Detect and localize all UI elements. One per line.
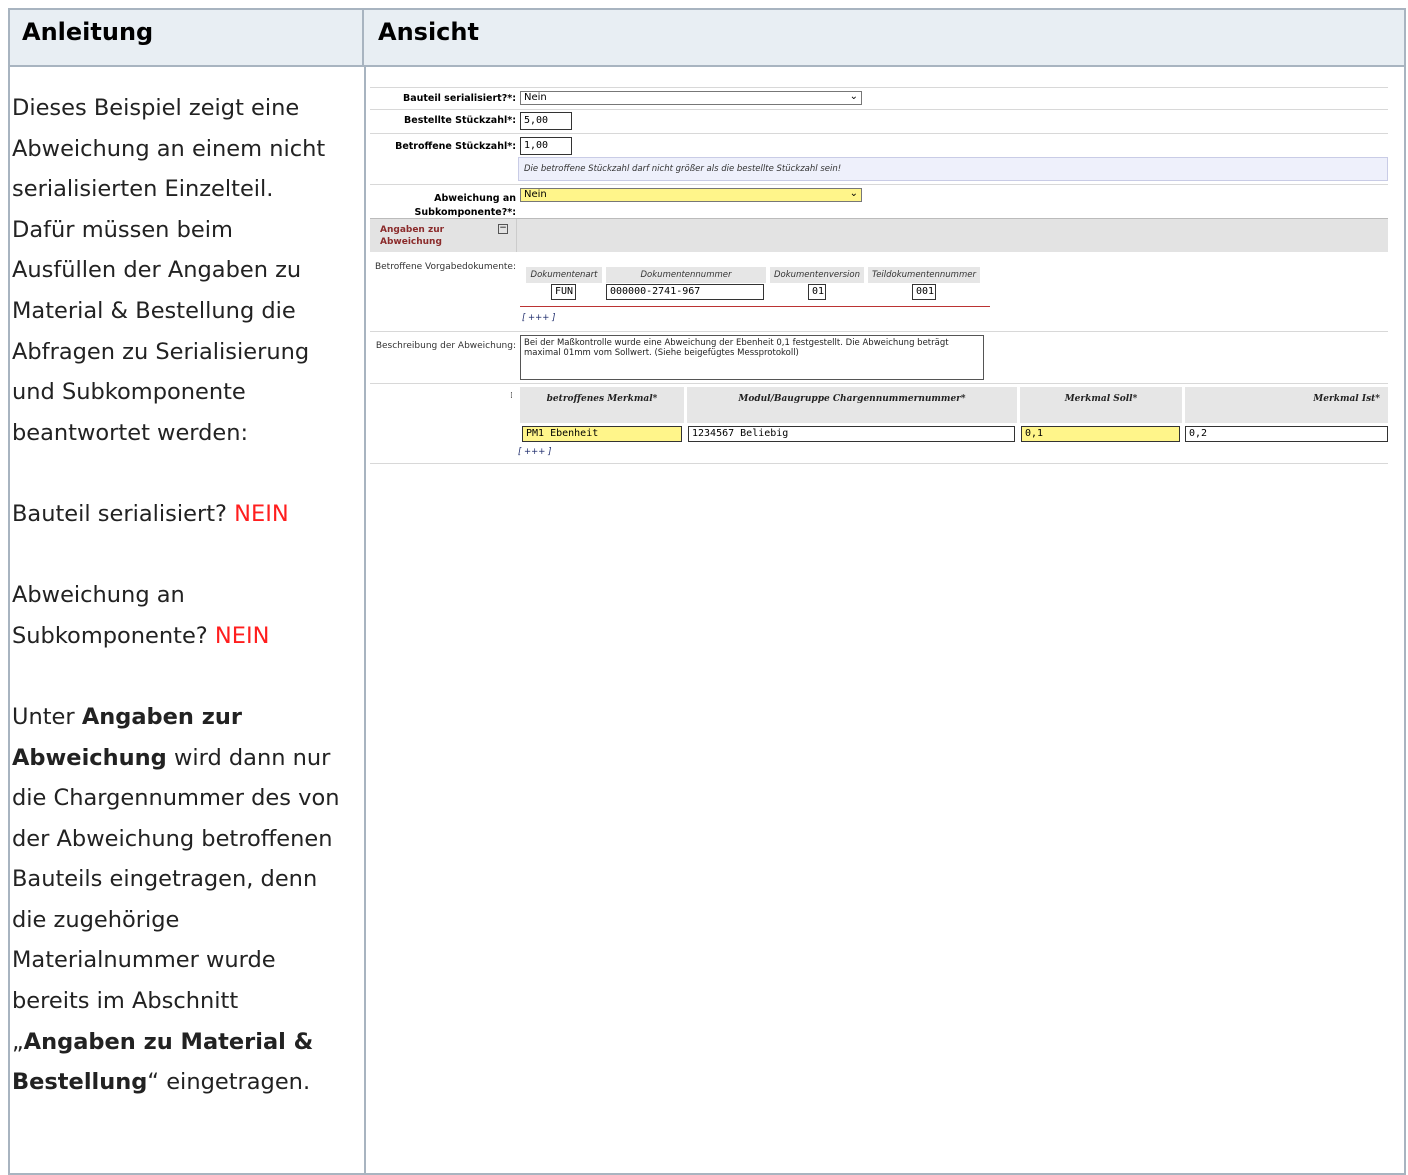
serialized-select[interactable]: Nein ⌄: [520, 91, 862, 105]
grid-col-merkmal: betroffenes Merkmal*: [520, 387, 684, 423]
grid-charge-input[interactable]: 1234567 Beliebig: [688, 426, 1015, 442]
section-divider: [516, 219, 517, 252]
row-divider: [370, 383, 1388, 384]
quote-close: “: [147, 1069, 160, 1096]
serialized-select-value: Nein: [524, 92, 547, 103]
serialized-label: Bauteil serialisiert?*:: [402, 93, 516, 104]
question-serialized-answer: NEIN: [234, 500, 289, 527]
explanation-end: eingetragen.: [166, 1069, 311, 1096]
chevron-down-icon: ⌄: [849, 188, 858, 199]
header-ansicht: Ansicht: [378, 18, 479, 46]
quantity-hint: Die betroffene Stückzahl darf nicht größ…: [518, 157, 1388, 181]
collapse-icon[interactable]: −: [498, 224, 508, 234]
affected-qty-label: Betroffene Stückzahl*:: [395, 141, 516, 152]
header-anleitung: Anleitung: [22, 18, 154, 46]
question-subcomponent-text: Abweichung an Subkomponente?: [12, 582, 208, 649]
grid-merkmal-input[interactable]: PM1 Ebenheit: [522, 426, 682, 442]
explanation-pre: Unter: [12, 703, 75, 730]
form-view: Bauteil serialisiert?*: Nein ⌄ Bestellte…: [370, 85, 1388, 480]
grid-col-charge: Modul/Baugruppe Chargennummernummer*: [687, 387, 1017, 423]
section-title: Angaben zur Abweichung: [380, 225, 445, 247]
description-label: Beschreibung der Abweichung:: [375, 341, 516, 351]
question-serialized: Bauteil serialisiert? NEIN: [12, 494, 342, 535]
doc-type-input[interactable]: FUN: [551, 284, 576, 300]
doc-col-type: Dokumentenart: [526, 267, 602, 283]
add-grid-row-link[interactable]: [ +++ ]: [518, 447, 551, 457]
chevron-down-icon: ⌄: [849, 91, 858, 102]
question-subcomponent: Abweichung an Subkomponente? NEIN: [12, 575, 342, 656]
doc-col-subnumber: Teildokumentennummer: [868, 267, 980, 283]
row-divider: [370, 109, 1388, 110]
doc-subnumber-input[interactable]: 001: [912, 284, 936, 300]
row-divider: [370, 87, 1388, 88]
doc-col-version: Dokumentenversion: [770, 267, 864, 283]
grid-soll-input[interactable]: 0,1: [1021, 426, 1180, 442]
grid-col-ist: Merkmal Ist*: [1185, 387, 1388, 423]
doc-number-input[interactable]: 000000-2741-967: [606, 284, 764, 300]
doc-version-input[interactable]: 01: [808, 284, 826, 300]
section-angaben-zur-abweichung: Angaben zur Abweichung −: [370, 218, 1388, 252]
subcomponent-select[interactable]: Nein ⌄: [520, 188, 862, 202]
row-divider: [370, 184, 1388, 185]
column-resize-icon[interactable]: ⁞: [510, 391, 513, 401]
subcomponent-label: Abweichung an Subkomponente?*:: [370, 193, 516, 218]
doc-row-underline: [520, 306, 990, 307]
ordered-qty-label: Bestellte Stückzahl*:: [404, 115, 516, 126]
grid-col-soll: Merkmal Soll*: [1020, 387, 1182, 423]
description-textarea[interactable]: Bei der Maßkontrolle wurde eine Abweichu…: [520, 335, 984, 380]
row-divider: [370, 133, 1388, 134]
explanation-rest: wird dann nur die Chargennummer des von …: [12, 744, 340, 1015]
add-document-link[interactable]: [ +++ ]: [522, 313, 555, 323]
subcomponent-label-line1: Abweichung an: [434, 193, 516, 204]
question-subcomponent-answer: NEIN: [214, 622, 270, 649]
question-serialized-text: Bauteil serialisiert?: [12, 500, 227, 527]
affected-qty-input[interactable]: 1,00: [520, 137, 572, 155]
row-divider: [370, 463, 1388, 464]
header-left-cell: Anleitung: [10, 10, 364, 65]
subcomponent-label-line2: Subkomponente?*:: [414, 207, 516, 218]
ordered-qty-input[interactable]: 5,00: [520, 112, 572, 130]
documents-label: Betroffene Vorgabedokumente:: [374, 262, 516, 272]
row-divider: [370, 331, 1388, 332]
quote-open: „: [12, 1028, 24, 1055]
column-divider: [364, 67, 366, 1175]
table-header: Anleitung Ansicht: [10, 10, 1404, 67]
doc-col-number: Dokumentennummer: [606, 267, 766, 283]
explanation-paragraph: Unter Angaben zur Abweichung wird dann n…: [12, 697, 342, 1103]
intro-paragraph: Dieses Beispiel zeigt eine Abweichung an…: [12, 95, 326, 446]
instructions-text: Dieses Beispiel zeigt eine Abweichung an…: [12, 88, 342, 1143]
subcomponent-select-value: Nein: [524, 189, 547, 200]
grid-ist-input[interactable]: 0,2: [1185, 426, 1388, 442]
